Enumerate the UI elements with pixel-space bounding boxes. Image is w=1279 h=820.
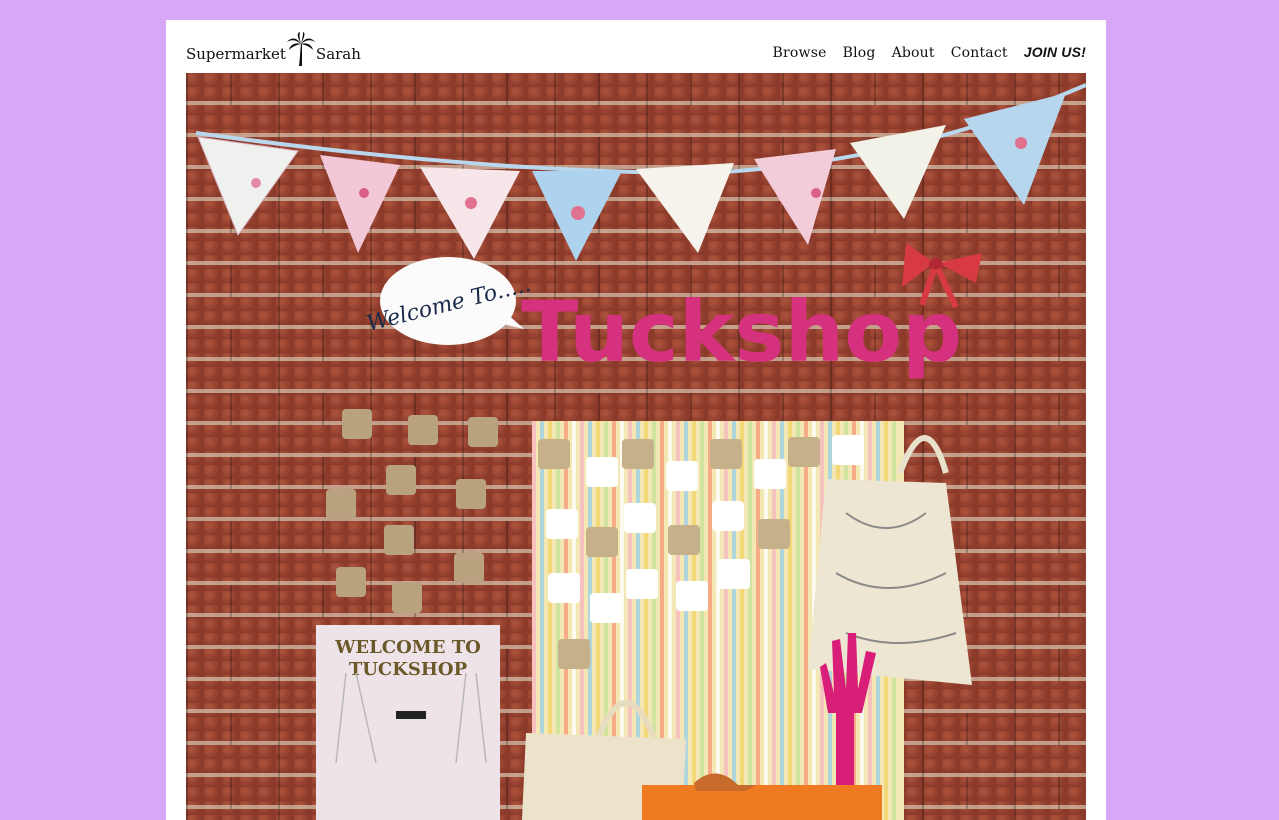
page-container: Supermarket Sarah Browse Blog About Cont… xyxy=(166,20,1106,820)
palm-tree-icon xyxy=(286,32,315,66)
tuckshop-banner-text: Tuckshop xyxy=(521,283,962,381)
board-stripe xyxy=(788,421,792,820)
site-header: Supermarket Sarah Browse Blog About Cont… xyxy=(186,20,1086,73)
site-logo[interactable]: Supermarket Sarah xyxy=(186,30,361,66)
tuckshop-photo-scene: Welcome To..... Tuckshop WELCOME TO TUCK… xyxy=(195,83,1086,820)
nav-about[interactable]: About xyxy=(892,45,935,61)
board-stripe xyxy=(716,421,720,820)
wall-charm-cards xyxy=(326,409,498,613)
nav-join-us[interactable]: JOIN US! xyxy=(1024,44,1086,60)
nav-browse[interactable]: Browse xyxy=(773,45,827,61)
board-stripe xyxy=(700,421,704,820)
sign-line-2: TUCKSHOP xyxy=(349,659,468,680)
sign-line-1: WELCOME TO xyxy=(334,637,481,658)
main-nav: Browse Blog About Contact JOIN US! xyxy=(773,44,1086,61)
logo-text-first: Supermarket xyxy=(186,45,286,63)
nav-blog[interactable]: Blog xyxy=(843,45,876,61)
board-stripe xyxy=(740,421,744,820)
board-stripe xyxy=(724,421,728,820)
welcome-sign-board: WELCOME TO TUCKSHOP xyxy=(316,625,500,820)
hero-image: Welcome To..... Tuckshop WELCOME TO TUCK… xyxy=(186,73,1086,820)
orange-shelf xyxy=(642,785,882,820)
board-stripe xyxy=(804,421,808,820)
board-stripe xyxy=(708,421,712,820)
board-stripe xyxy=(796,421,800,820)
board-stripe xyxy=(732,421,736,820)
bunting-flags xyxy=(197,93,1066,261)
logo-text-second: Sarah xyxy=(315,45,361,63)
nav-contact[interactable]: Contact xyxy=(951,45,1008,61)
board-stripe xyxy=(748,421,752,820)
welcome-speech-bubble: Welcome To..... xyxy=(364,257,533,345)
